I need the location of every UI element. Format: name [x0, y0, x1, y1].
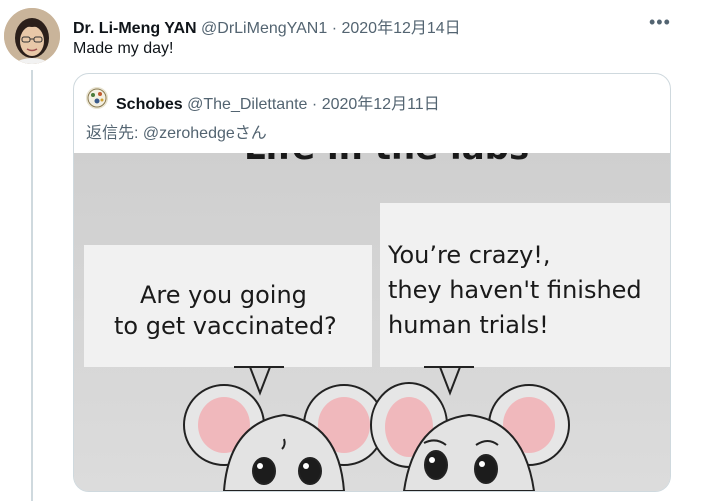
- author-avatar[interactable]: [4, 8, 60, 64]
- quoted-tweet-image[interactable]: Life in the labs Are you going to get va…: [74, 153, 670, 491]
- right-bubble-line-1: You’re crazy!,: [387, 241, 551, 269]
- top-caption: Life in the labs: [244, 153, 529, 168]
- thread-line: [31, 70, 33, 501]
- author-name[interactable]: Dr. Li-Meng YAN: [73, 20, 197, 37]
- tweet-header: Dr. Li-Meng YAN @DrLiMengYAN1 · 2020年12月…: [73, 14, 461, 38]
- separator-dot: ·: [311, 96, 318, 113]
- reply-to-line: 返信先: @zerohedgeさん: [86, 119, 267, 143]
- quoted-author-avatar[interactable]: [86, 87, 108, 109]
- quoted-tweet-header: Schobes @The_Dilettante · 2020年12月11日: [116, 90, 440, 114]
- left-bubble-line-2: to get vaccinated?: [114, 312, 337, 340]
- more-options-button[interactable]: •••: [649, 12, 673, 32]
- tweet-date[interactable]: 2020年12月14日: [341, 20, 460, 37]
- left-bubble-line-1: Are you going: [140, 281, 307, 309]
- separator-dot: ·: [331, 20, 338, 37]
- reply-suffix: さん: [234, 125, 267, 142]
- reply-prefix: 返信先:: [86, 125, 143, 142]
- tweet-text: Made my day!: [73, 40, 174, 57]
- right-bubble-line-3: human trials!: [388, 311, 549, 339]
- more-horizontal-icon: •••: [649, 12, 671, 32]
- right-bubble-line-2: they haven't finished: [388, 276, 642, 304]
- author-handle[interactable]: @DrLiMengYAN1: [201, 20, 327, 37]
- tweet[interactable]: Dr. Li-Meng YAN @DrLiMengYAN1 · 2020年12月…: [0, 0, 703, 501]
- reply-mention[interactable]: @zerohedge: [143, 125, 235, 142]
- quoted-author-name[interactable]: Schobes: [116, 96, 183, 113]
- quoted-tweet[interactable]: Schobes @The_Dilettante · 2020年12月11日 返信…: [73, 73, 671, 492]
- quoted-tweet-date[interactable]: 2020年12月11日: [322, 96, 440, 113]
- quoted-author-handle[interactable]: @The_Dilettante: [187, 96, 307, 113]
